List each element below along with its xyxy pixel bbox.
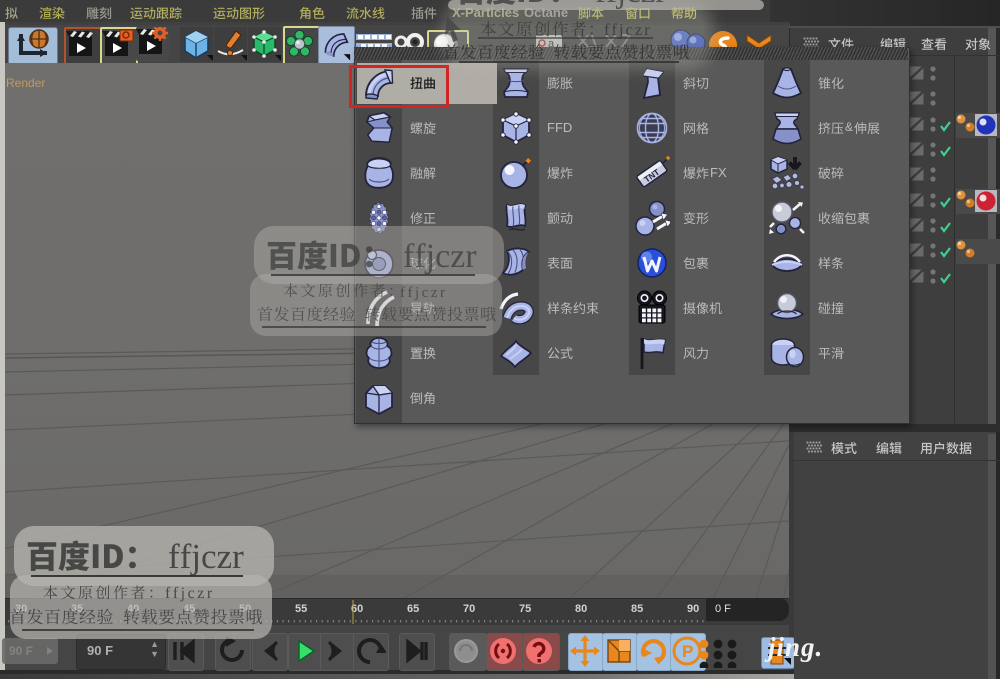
svg-text:75: 75 — [519, 603, 531, 615]
svg-text:80: 80 — [575, 603, 587, 615]
svg-text:65: 65 — [407, 603, 419, 615]
svg-text:70: 70 — [463, 603, 475, 615]
svg-text:90: 90 — [687, 603, 699, 615]
svg-text:P: P — [682, 642, 693, 661]
svg-text:85: 85 — [631, 603, 643, 615]
svg-text:55: 55 — [295, 603, 307, 615]
